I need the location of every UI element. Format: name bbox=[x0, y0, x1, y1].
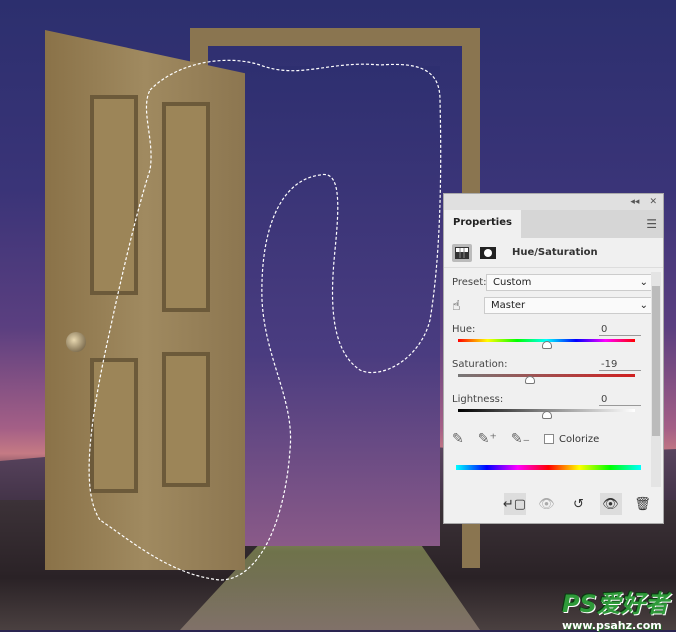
chevron-down-icon: ⌄ bbox=[639, 300, 648, 311]
collapse-icon[interactable]: ◂◂ bbox=[630, 197, 639, 207]
saturation-label: Saturation: bbox=[452, 359, 508, 370]
hue-slider[interactable] bbox=[458, 337, 635, 349]
colorize-label: Colorize bbox=[558, 433, 600, 445]
hue-input[interactable]: 0 bbox=[599, 324, 641, 336]
colorize-checkbox[interactable]: Colorize bbox=[543, 433, 600, 445]
mask-icon[interactable] bbox=[478, 244, 498, 262]
lightness-slider[interactable] bbox=[458, 407, 635, 419]
chevron-down-icon: ⌄ bbox=[639, 277, 648, 288]
lightness-slider-thumb[interactable] bbox=[541, 411, 552, 419]
close-icon[interactable]: ✕ bbox=[649, 197, 657, 207]
door-knob bbox=[66, 332, 86, 352]
lightness-label: Lightness: bbox=[452, 394, 504, 405]
eyedropper-plus-icon[interactable]: ✎⁺ bbox=[478, 431, 497, 447]
properties-panel: ◂◂ ✕ Properties ☰ Hue/Saturation Preset:… bbox=[443, 193, 664, 524]
hue-label: Hue: bbox=[452, 324, 476, 335]
watermark-url: www.psahz.com bbox=[562, 619, 662, 632]
saturation-slider-thumb[interactable] bbox=[524, 376, 535, 384]
toggle-visibility-button[interactable]: 👁 bbox=[599, 493, 622, 515]
scrollbar[interactable] bbox=[651, 272, 661, 487]
hue-slider-thumb[interactable] bbox=[541, 341, 552, 349]
saturation-slider[interactable] bbox=[458, 372, 635, 384]
targeted-adjustment-hand-icon[interactable]: ☝ bbox=[452, 298, 484, 314]
tab-properties[interactable]: Properties bbox=[444, 210, 521, 238]
panel-menu-icon[interactable]: ☰ bbox=[646, 217, 663, 231]
adjustment-title: Hue/Saturation bbox=[512, 247, 598, 258]
preset-label: Preset: bbox=[452, 277, 487, 288]
clip-to-layer-button[interactable]: ↵▢ bbox=[503, 493, 526, 515]
door-panel bbox=[90, 358, 138, 493]
preset-dropdown[interactable]: Custom ⌄ bbox=[486, 274, 655, 291]
eyedropper-minus-icon[interactable]: ✎₋ bbox=[511, 431, 530, 447]
adjustment-icon[interactable] bbox=[452, 243, 472, 262]
door-panel bbox=[162, 352, 210, 487]
saturation-input[interactable]: -19 bbox=[599, 359, 641, 371]
reset-button[interactable]: ↺ bbox=[568, 493, 590, 515]
channel-value: Master bbox=[491, 300, 526, 311]
watermark-logo: PS爱好者 www.psahz.com bbox=[562, 584, 669, 632]
door-panel bbox=[162, 102, 210, 312]
checkbox-box[interactable] bbox=[543, 434, 554, 444]
lightness-input[interactable]: 0 bbox=[599, 394, 641, 406]
eyedropper-icon[interactable]: ✎ bbox=[452, 431, 464, 447]
preset-value: Custom bbox=[493, 277, 532, 288]
door-panel bbox=[90, 95, 138, 295]
watermark-text: PS爱好者 bbox=[562, 590, 669, 618]
channel-dropdown[interactable]: Master ⌄ bbox=[484, 297, 655, 314]
open-door bbox=[45, 30, 245, 570]
view-previous-button[interactable]: 👁 bbox=[536, 493, 558, 515]
delete-button[interactable]: 🗑 bbox=[632, 493, 654, 515]
spectrum-bar bbox=[456, 465, 641, 470]
